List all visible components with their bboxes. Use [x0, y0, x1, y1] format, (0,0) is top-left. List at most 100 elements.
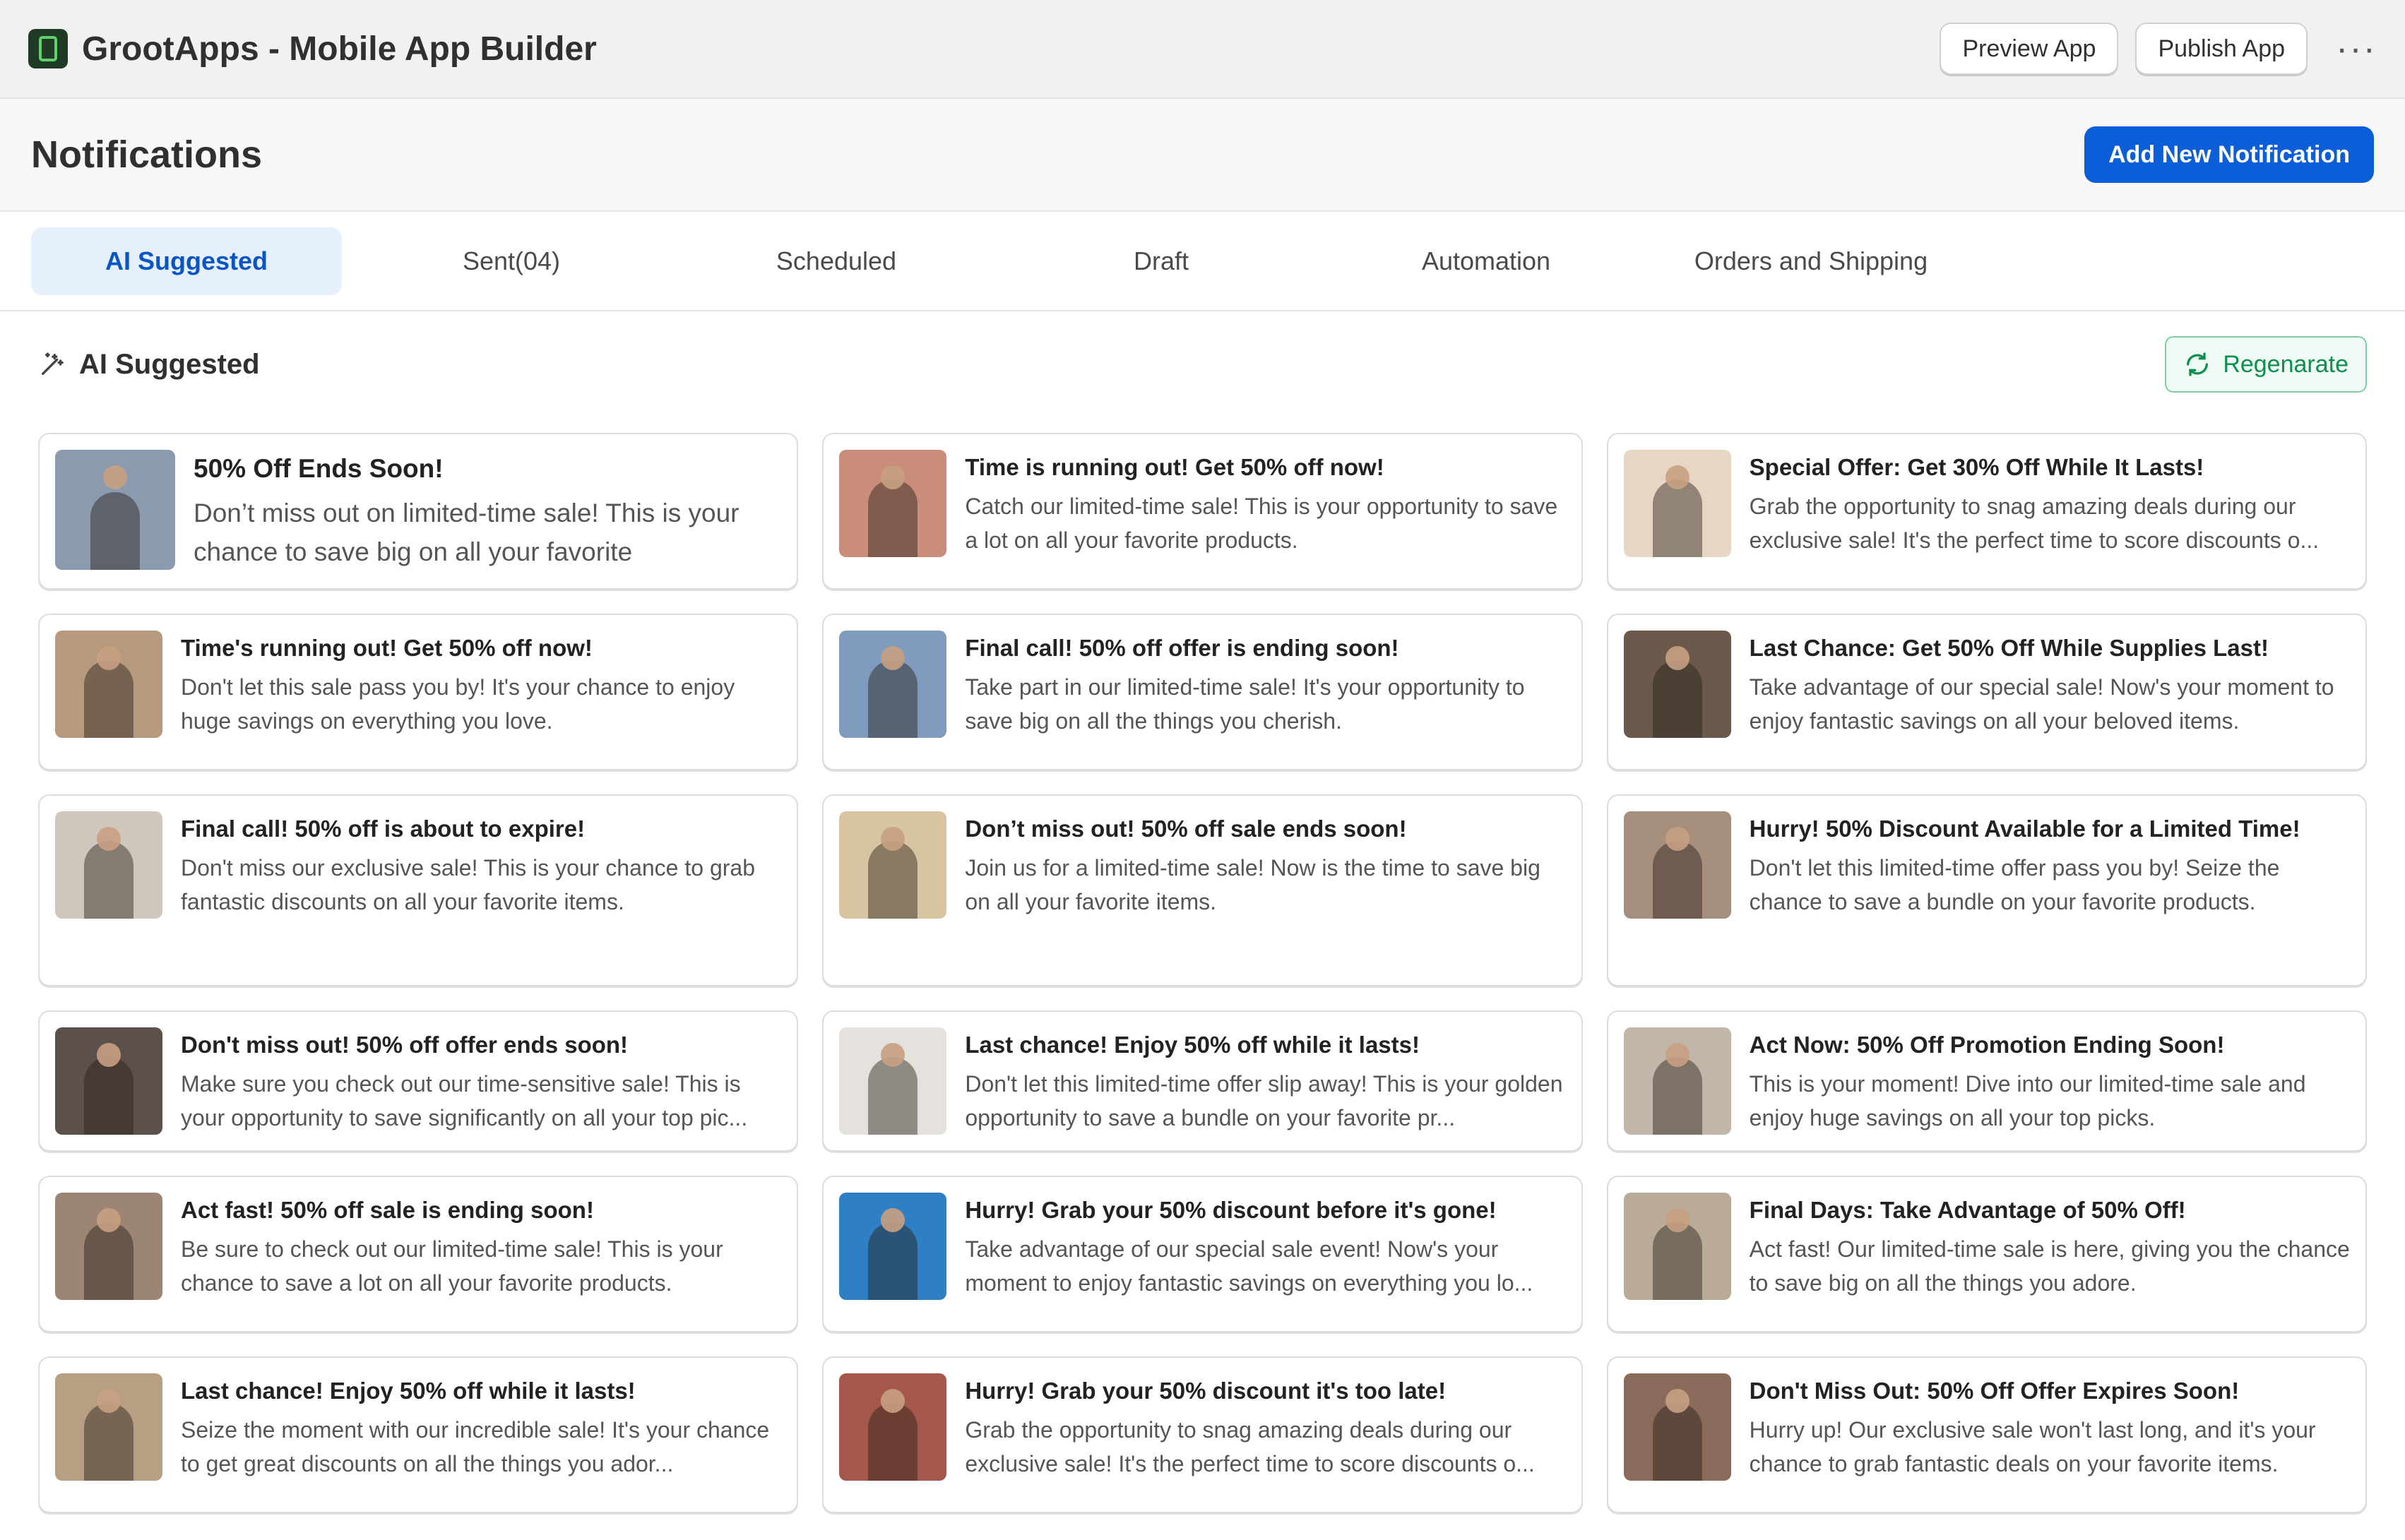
refresh-icon [2187, 352, 2209, 376]
notification-text: Seize the moment with our incredible sal… [181, 1417, 770, 1476]
tab-automation[interactable]: Automation [1331, 227, 1641, 295]
notification-title: Final Days: Take Advantage of 50% Off! [1749, 1197, 2186, 1223]
tab-draft[interactable]: Draft [1006, 227, 1317, 295]
notification-content: Last Chance: Get 50% Off While Supplies … [1750, 631, 2350, 738]
notification-title: Act Now: 50% Off Promotion Ending Soon! [1749, 1032, 2225, 1058]
notification-content: Special Offer: Get 30% Off While It Last… [1750, 450, 2350, 557]
product-thumbnail [55, 631, 162, 738]
notification-text: Grab the opportunity to snag amazing dea… [965, 1417, 1535, 1476]
notification-content: Final Days: Take Advantage of 50% Off! Ac… [1750, 1193, 2350, 1300]
notification-title: Last chance! Enjoy 50% off while it last… [965, 1032, 1420, 1058]
notification-grid: 50% Off Ends Soon! Don’t miss out on limi… [38, 433, 2367, 1513]
product-thumbnail [55, 450, 175, 570]
notification-text: Hurry up! Our exclusive sale won't last … [1749, 1417, 2316, 1476]
section-title: AI Suggested [79, 348, 260, 380]
notification-text: Grab the opportunity to snag amazing dea… [1749, 494, 2320, 553]
product-thumbnail [55, 1193, 162, 1300]
notification-title: Hurry! 50% Discount Available for a Limi… [1749, 816, 2300, 842]
notification-text: Catch our limited-time sale! This is you… [965, 494, 1558, 553]
notification-content: Time's running out! Get 50% off now! Don'… [181, 631, 781, 738]
tab-ai-suggested[interactable]: AI Suggested [31, 227, 342, 295]
regenerate-label: Regenarate [2223, 350, 2348, 378]
notification-title: Act fast! 50% off sale is ending soon! [181, 1197, 594, 1223]
product-thumbnail [55, 811, 162, 919]
notification-card[interactable]: Don’t miss out! 50% off sale ends soon! J… [822, 794, 1583, 986]
notification-content: Final call! 50% off is about to expire! D… [181, 811, 781, 919]
notification-title: Final call! 50% off is about to expire! [181, 816, 586, 842]
add-new-notification-button[interactable]: Add New Notification [2084, 126, 2374, 183]
notification-card[interactable]: Don't miss out! 50% off offer ends soon!… [38, 1010, 799, 1152]
tab-bar: AI Suggested Sent(04) Scheduled Draft Au… [0, 212, 2405, 311]
notification-card[interactable]: Hurry! 50% Discount Available for a Limi… [1606, 794, 2367, 986]
notification-content: Hurry! Grab your 50% discount before it'… [965, 1193, 1565, 1300]
notification-title: Hurry! Grab your 50% discount it's too l… [965, 1378, 1447, 1404]
product-thumbnail [839, 811, 947, 919]
product-thumbnail [1623, 1373, 1731, 1481]
notification-content: Hurry! Grab your 50% discount it's too l… [965, 1373, 1565, 1481]
top-bar: GrootApps - Mobile App Builder Preview A… [0, 0, 2405, 99]
notification-text: Take advantage of our special sale! Now'… [1749, 674, 2334, 734]
notification-text: Don't let this limited-time offer slip a… [965, 1071, 1563, 1130]
tab-scheduled[interactable]: Scheduled [681, 227, 992, 295]
notification-title: Last chance! Enjoy 50% off while it last… [181, 1378, 636, 1404]
preview-app-button[interactable]: Preview App [1940, 23, 2119, 75]
page-header: Notifications Add New Notification [0, 99, 2405, 212]
product-thumbnail [839, 1193, 947, 1300]
product-thumbnail [839, 1373, 947, 1481]
notification-title: 50% Off Ends Soon! [194, 454, 444, 483]
notification-content: Don’t miss out! 50% off sale ends soon! J… [965, 811, 1565, 919]
notification-content: Last chance! Enjoy 50% off while it last… [181, 1373, 781, 1481]
notification-content: Hurry! 50% Discount Available for a Limi… [1750, 811, 2350, 919]
product-thumbnail [839, 450, 947, 557]
notification-content: 50% Off Ends Soon! Don’t miss out on limi… [194, 450, 781, 571]
notification-title: Don't miss out! 50% off offer ends soon! [181, 1032, 629, 1058]
product-thumbnail [55, 1027, 162, 1135]
notification-card[interactable]: Last Chance: Get 50% Off While Supplies … [1606, 614, 2367, 770]
regenerate-button[interactable]: Regenarate [2165, 336, 2367, 393]
notification-text: Take part in our limited-time sale! It's… [965, 674, 1525, 734]
product-thumbnail [1623, 1027, 1731, 1135]
notification-card[interactable]: Last chance! Enjoy 50% off while it last… [38, 1356, 799, 1513]
notification-title: Don't Miss Out: 50% Off Offer Expires So… [1749, 1378, 2240, 1404]
notification-text: Make sure you check out our time-sensiti… [181, 1071, 748, 1130]
notification-card[interactable]: Special Offer: Get 30% Off While It Last… [1606, 433, 2367, 590]
notification-title: Final call! 50% off offer is ending soon… [965, 635, 1399, 661]
notification-text: Don't let this limited-time offer pass y… [1749, 855, 2280, 914]
notification-content: Act fast! 50% off sale is ending soon! Be… [181, 1193, 781, 1300]
section-header: AI Suggested Regenarate [0, 311, 2405, 417]
notification-card[interactable]: Time is running out! Get 50% off now! Cat… [822, 433, 1583, 590]
product-thumbnail [1623, 631, 1731, 738]
tab-orders-shipping[interactable]: Orders and Shipping [1656, 227, 1966, 295]
notification-content: Final call! 50% off offer is ending soon… [965, 631, 1565, 738]
notification-card[interactable]: Hurry! Grab your 50% discount it's too l… [822, 1356, 1583, 1513]
notification-card[interactable]: Final Days: Take Advantage of 50% Off! Ac… [1606, 1176, 2367, 1332]
app-logo-icon [28, 29, 68, 68]
notification-card[interactable]: Act fast! 50% off sale is ending soon! Be… [38, 1176, 799, 1332]
notification-content: Act Now: 50% Off Promotion Ending Soon! T… [1750, 1027, 2350, 1135]
magic-wand-icon [42, 352, 64, 375]
notification-content: Time is running out! Get 50% off now! Cat… [965, 450, 1565, 557]
notification-card[interactable]: Time's running out! Get 50% off now! Don'… [38, 614, 799, 770]
product-thumbnail [1623, 811, 1731, 919]
notification-text: This is your moment! Dive into our limit… [1749, 1071, 2306, 1130]
notification-card[interactable]: 50% Off Ends Soon! Don’t miss out on limi… [38, 433, 799, 590]
notification-card[interactable]: Last chance! Enjoy 50% off while it last… [822, 1010, 1583, 1152]
tab-sent[interactable]: Sent(04) [356, 227, 667, 295]
notification-card[interactable]: Hurry! Grab your 50% discount before it'… [822, 1176, 1583, 1332]
product-thumbnail [1623, 1193, 1731, 1300]
more-options-icon[interactable]: ··· [2336, 30, 2377, 67]
product-thumbnail [55, 1373, 162, 1481]
notification-card[interactable]: Final call! 50% off offer is ending soon… [822, 614, 1583, 770]
app-title: GrootApps - Mobile App Builder [82, 30, 597, 68]
notification-text: Act fast! Our limited-time sale is here,… [1749, 1236, 2350, 1296]
publish-app-button[interactable]: Publish App [2135, 23, 2308, 75]
notification-content: Don't Miss Out: 50% Off Offer Expires So… [1750, 1373, 2350, 1481]
notification-card[interactable]: Final call! 50% off is about to expire! D… [38, 794, 799, 986]
notification-title: Don’t miss out! 50% off sale ends soon! [965, 816, 1407, 842]
notification-card[interactable]: Act Now: 50% Off Promotion Ending Soon! T… [1606, 1010, 2367, 1152]
notification-card[interactable]: Don't Miss Out: 50% Off Offer Expires So… [1606, 1356, 2367, 1513]
product-thumbnail [1623, 450, 1731, 557]
page-title: Notifications [31, 133, 263, 176]
notification-title: Time is running out! Get 50% off now! [965, 454, 1384, 480]
notification-text: Don’t miss out on limited-time sale! Thi… [194, 499, 740, 566]
